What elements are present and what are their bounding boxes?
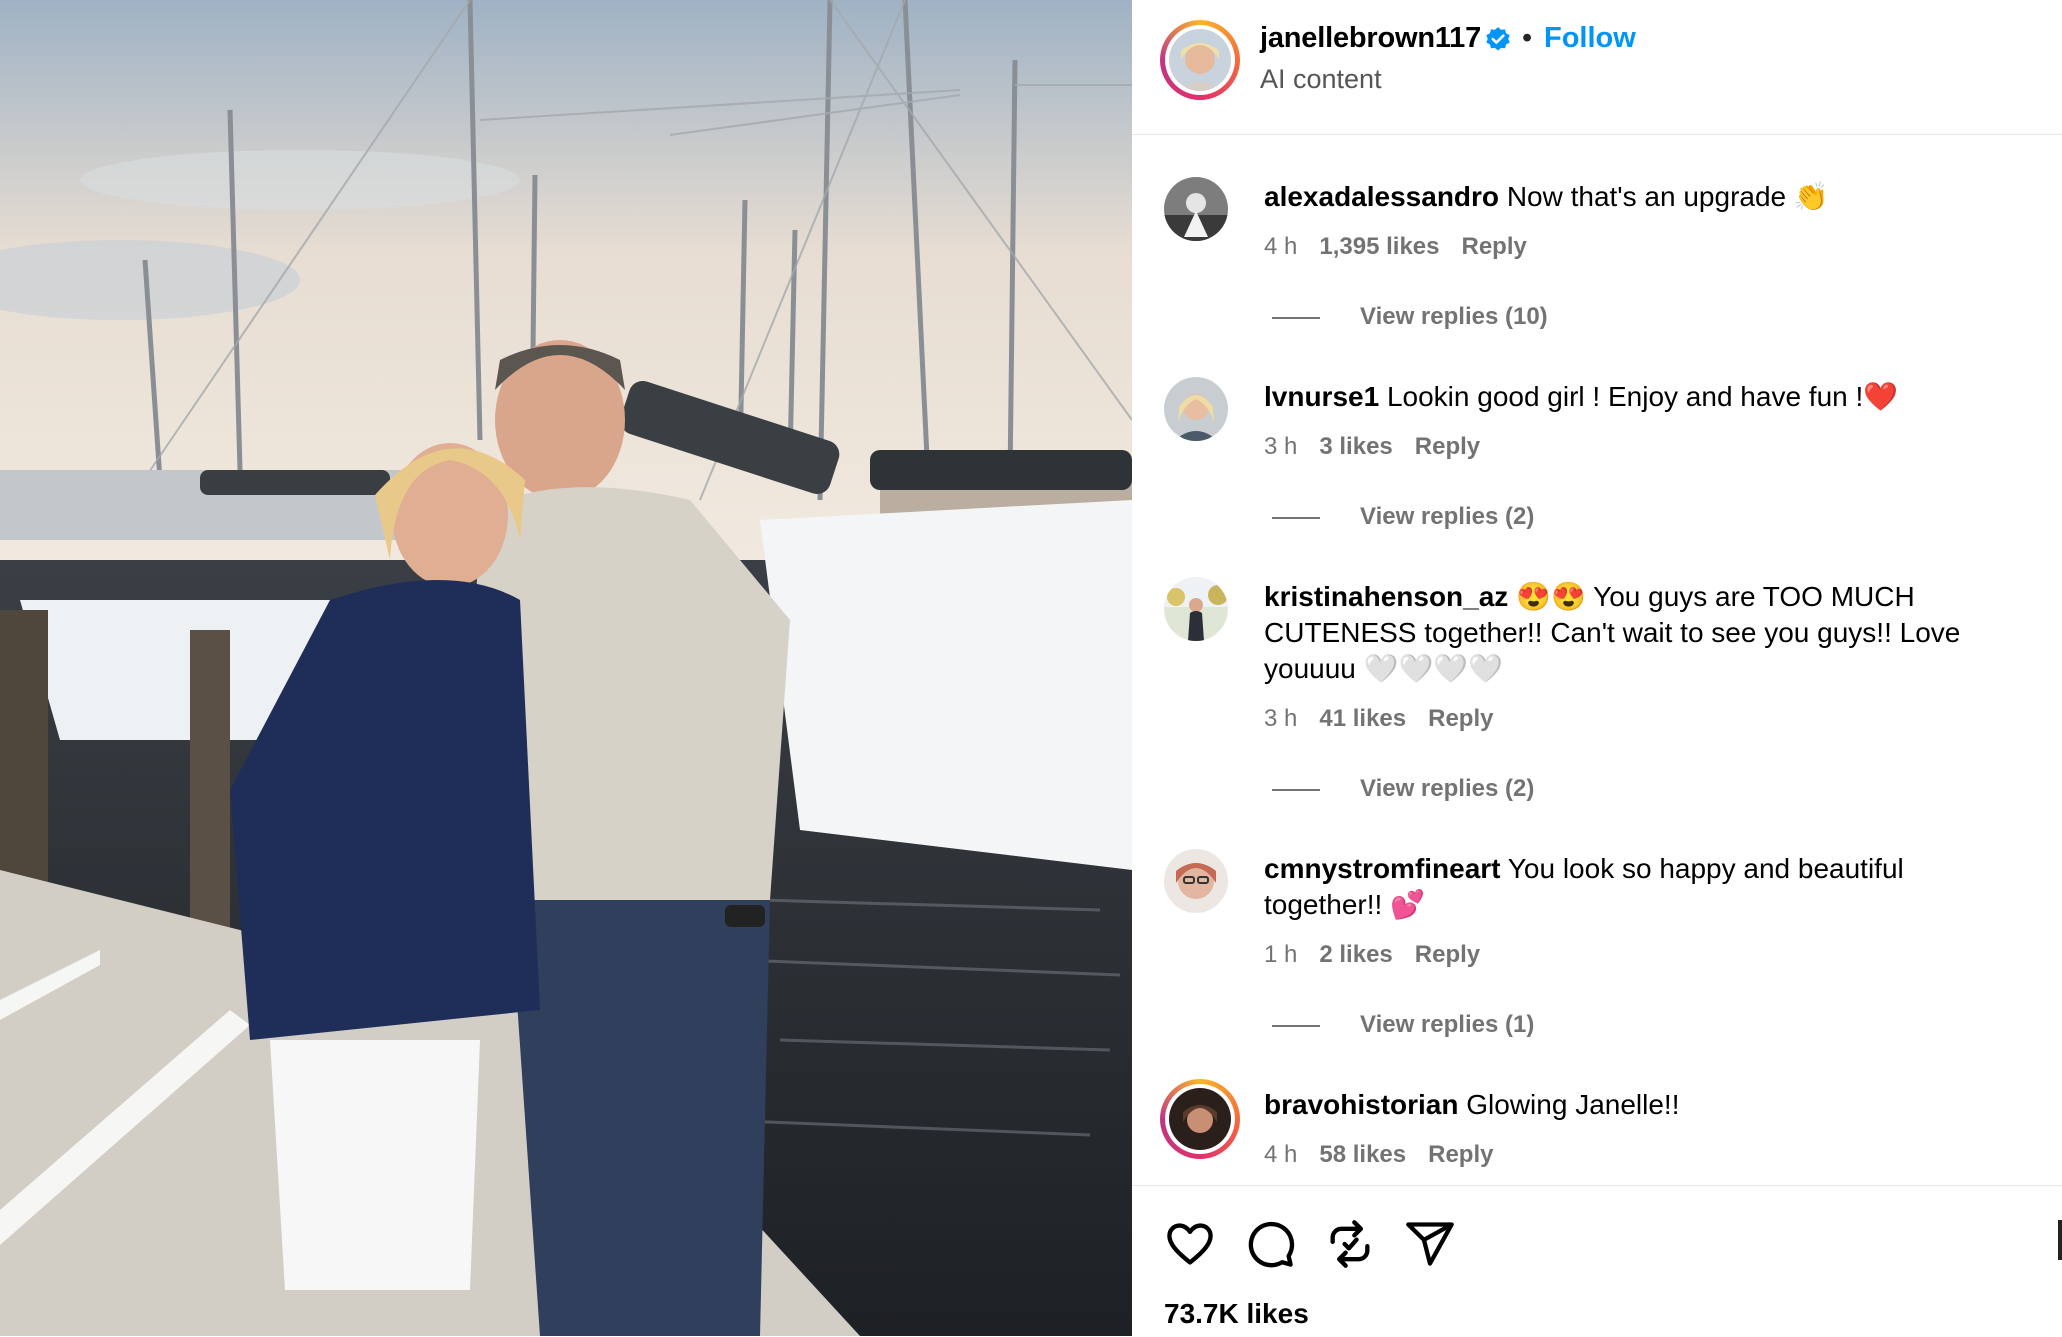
replies-line (1272, 316, 1320, 319)
comment-avatar[interactable] (1164, 177, 1228, 241)
view-replies-label: View replies (2) (1360, 775, 1535, 802)
comment-meta: 4 h 1,395 likes Reply (1264, 233, 1549, 261)
comment-likes[interactable]: 2 likes (1319, 941, 1392, 968)
comment-text: lvnurse1 Lookin good girl ! Enjoy and ha… (1264, 379, 2024, 415)
comment-avatar[interactable] (1164, 849, 1228, 913)
view-replies-label: View replies (2) (1360, 503, 1535, 530)
post-header: janellebrown117 • Follow AI content (1132, 0, 2062, 135)
comment-avatar (1169, 1088, 1231, 1150)
verified-badge-icon (1486, 27, 1510, 51)
reply-button[interactable]: Reply (1461, 233, 1526, 260)
reply-button[interactable]: Reply (1415, 433, 1480, 460)
marina-photo (0, 0, 1132, 1336)
share-icon[interactable] (1404, 1218, 1456, 1270)
view-replies-button[interactable]: View replies (2) (1272, 775, 1534, 803)
comment-username[interactable]: alexadalessandro (1264, 181, 1499, 212)
comments-list: alexadalessandro Now that's an upgrade 👏… (1132, 135, 2062, 1185)
ai-content-label[interactable]: AI content (1260, 64, 1382, 95)
likes-count[interactable]: 73.7K likes (1164, 1298, 1309, 1330)
reply-button[interactable]: Reply (1428, 705, 1493, 732)
view-replies-button[interactable]: View replies (10) (1272, 303, 1548, 331)
comment-likes[interactable]: 1,395 likes (1319, 233, 1439, 260)
reply-button[interactable]: Reply (1415, 941, 1480, 968)
post-photo (0, 0, 1132, 1336)
follow-button[interactable]: Follow (1544, 22, 1636, 55)
comment-username[interactable]: cmnystromfineart (1264, 853, 1501, 884)
comment-meta: 1 h 2 likes Reply (1264, 941, 1502, 969)
comment-meta: 4 h 58 likes Reply (1264, 1141, 1515, 1169)
author-username[interactable]: janellebrown117 (1260, 22, 1481, 55)
author-avatar (1169, 29, 1231, 91)
comment-avatar[interactable] (1164, 577, 1228, 641)
reply-button[interactable]: Reply (1428, 1141, 1493, 1168)
separator-dot: • (1522, 22, 1533, 54)
author-avatar-ring[interactable] (1160, 20, 1240, 100)
post-actions: 73.7K likes (1132, 1185, 2062, 1337)
comment-body: Lookin good girl ! Enjoy and have fun !❤… (1386, 381, 1899, 412)
comment-time[interactable]: 3 h (1264, 433, 1297, 460)
comment-icon[interactable] (1244, 1218, 1296, 1270)
comment-avatar-ring[interactable] (1160, 1079, 1240, 1159)
comment-text: cmnystromfineart You look so happy and b… (1264, 851, 2024, 923)
view-replies-button[interactable]: View replies (2) (1272, 503, 1534, 531)
comment-username[interactable]: bravohistorian (1264, 1089, 1458, 1120)
comment-likes[interactable]: 3 likes (1319, 433, 1392, 460)
comment-username[interactable]: kristinahenson_az (1264, 581, 1508, 612)
replies-line (1272, 1024, 1320, 1027)
view-replies-button[interactable]: View replies (1) (1272, 1011, 1534, 1039)
comment-text: bravohistorian Glowing Janelle!! (1264, 1087, 2024, 1123)
comment-text: alexadalessandro Now that's an upgrade 👏 (1264, 179, 2024, 215)
view-replies-label: View replies (1) (1360, 1011, 1535, 1038)
comment-time[interactable]: 1 h (1264, 941, 1297, 968)
comment-text: kristinahenson_az 😍😍 You guys are TOO MU… (1264, 579, 2024, 687)
replies-line (1272, 788, 1320, 791)
heart-icon[interactable] (1164, 1218, 1216, 1270)
post-panel: janellebrown117 • Follow AI content alex… (1132, 0, 2062, 1336)
repost-icon[interactable] (1324, 1218, 1376, 1270)
comment-time[interactable]: 4 h (1264, 233, 1297, 260)
comment-username[interactable]: lvnurse1 (1264, 381, 1379, 412)
comment-likes[interactable]: 41 likes (1319, 705, 1406, 732)
comment-body: Glowing Janelle!! (1466, 1089, 1680, 1120)
scrollbar[interactable] (2058, 1220, 2062, 1260)
comment-meta: 3 h 41 likes Reply (1264, 705, 1515, 733)
comment-avatar[interactable] (1164, 377, 1228, 441)
comment-body: Now that's an upgrade 👏 (1506, 181, 1829, 212)
comment-likes[interactable]: 58 likes (1319, 1141, 1406, 1168)
replies-line (1272, 516, 1320, 519)
view-replies-label: View replies (10) (1360, 303, 1548, 330)
comment-meta: 3 h 3 likes Reply (1264, 433, 1502, 461)
comment-time[interactable]: 4 h (1264, 1141, 1297, 1168)
comment-time[interactable]: 3 h (1264, 705, 1297, 732)
